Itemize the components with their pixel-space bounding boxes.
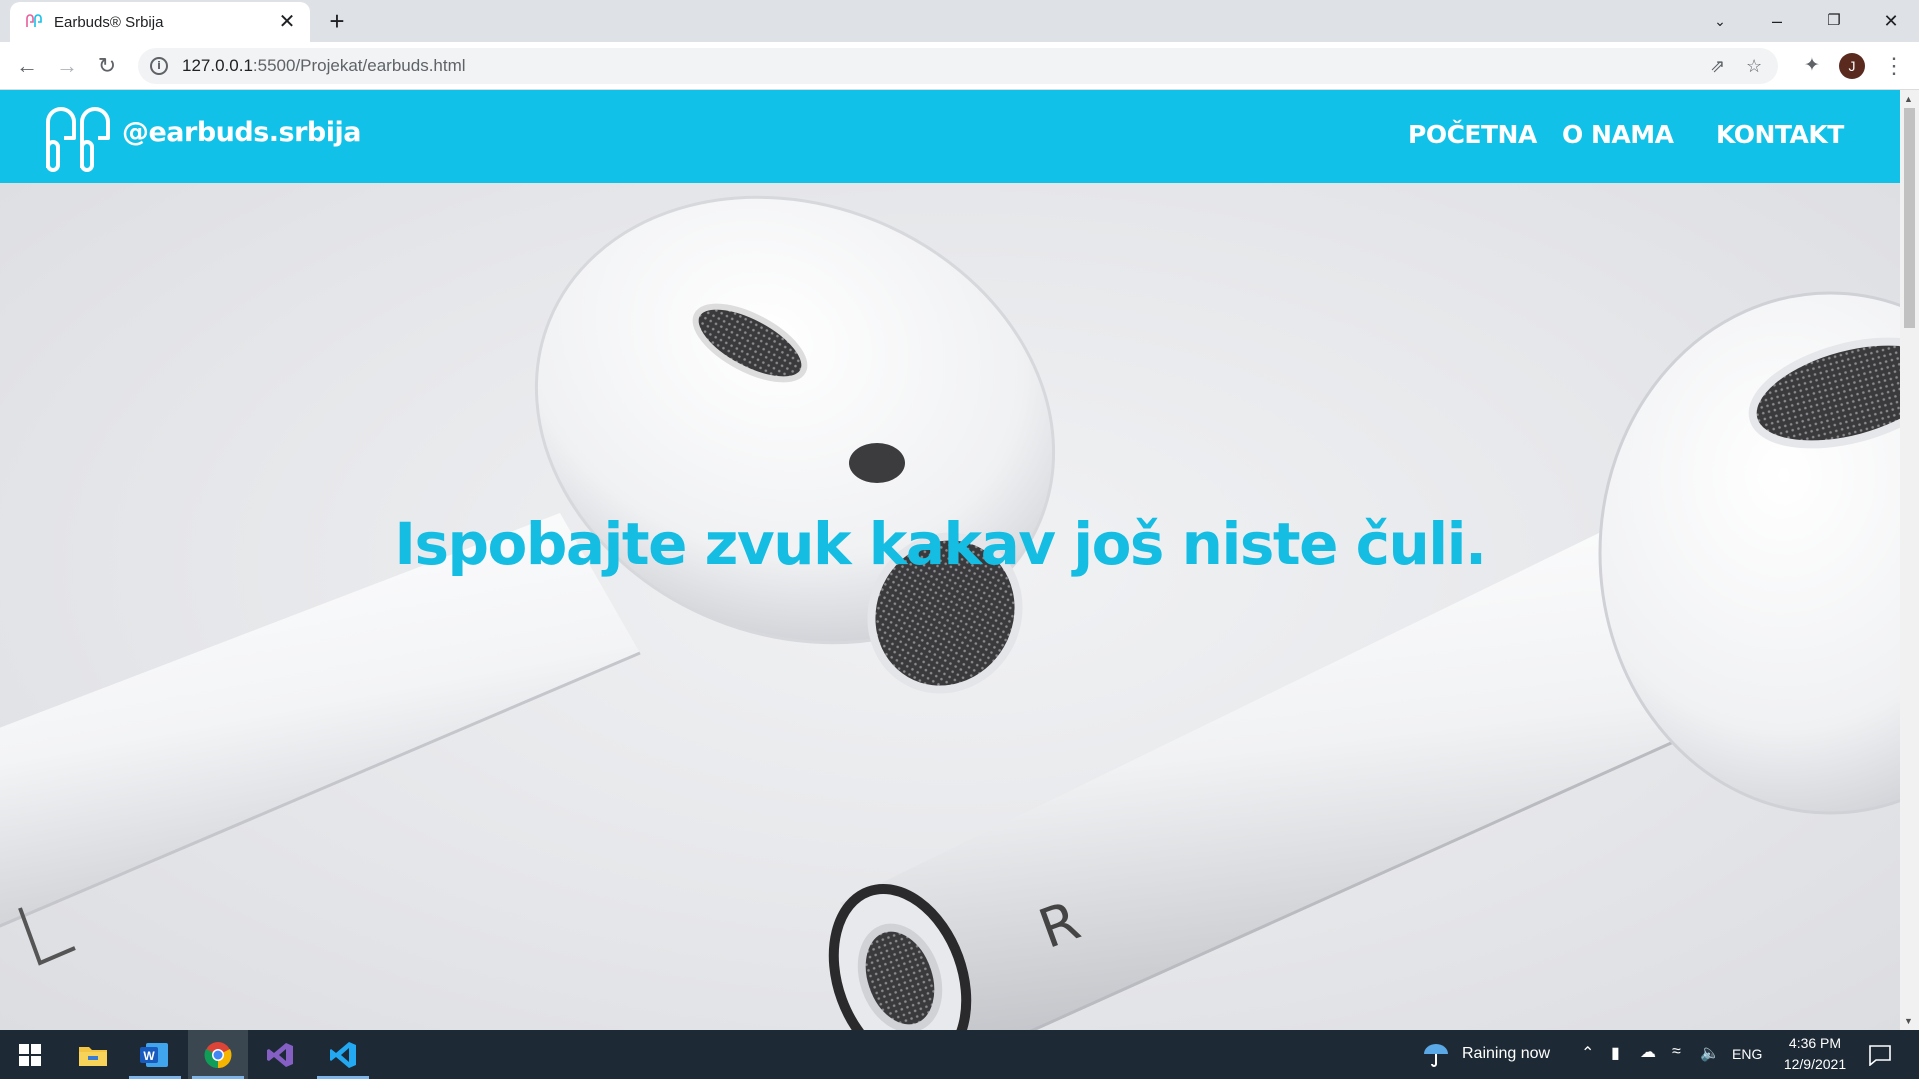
earbuds-logo-icon[interactable] <box>42 102 118 174</box>
visual-studio-icon[interactable] <box>250 1030 310 1079</box>
umbrella-icon <box>1424 1044 1448 1067</box>
chrome-icon[interactable] <box>188 1030 248 1079</box>
minimize-icon[interactable]: – <box>1757 4 1797 38</box>
forward-arrow-icon[interactable]: → <box>52 51 82 81</box>
back-arrow-icon[interactable]: ← <box>12 51 42 81</box>
tab-close-icon[interactable]: ✕ <box>276 11 298 33</box>
browser-tabstrip: Earbuds® Srbija ✕ + ⌄ – ❐ ✕ <box>0 0 1919 42</box>
logo-text[interactable]: @earbuds.srbija <box>122 117 362 148</box>
language-indicator[interactable]: ENG <box>1732 1046 1762 1062</box>
close-window-icon[interactable]: ✕ <box>1871 4 1911 38</box>
clock-time[interactable]: 4:36 PM <box>1770 1035 1860 1051</box>
clock-date[interactable]: 12/9/2021 <box>1770 1056 1860 1072</box>
weather-text[interactable]: Raining now <box>1462 1045 1550 1063</box>
windows-taskbar: W Raining now ⌃ ▮ ☁ ≈ 🔈 ENG 4:36 PM 12/9… <box>0 1030 1919 1079</box>
avatar[interactable]: J <box>1839 53 1865 79</box>
browser-toolbar: ← → ↻ i 127.0.0.1:5500/Projekat/earbuds.… <box>0 42 1919 90</box>
hero-section: R Ispobajte zvuk kakav još niste čuli. <box>0 183 1900 1030</box>
share-icon[interactable]: ⇗ <box>1710 56 1725 77</box>
info-icon[interactable]: i <box>150 57 168 75</box>
scroll-down-icon[interactable]: ▼ <box>1904 1016 1913 1026</box>
page-viewport: @earbuds.srbija POČETNA O NAMA KONTAKT R… <box>0 90 1900 1030</box>
svg-text:W: W <box>143 1049 155 1063</box>
nav-link-o-nama[interactable]: O NAMA <box>1562 120 1674 149</box>
kebab-menu-icon[interactable]: ⋮ <box>1879 51 1909 81</box>
address-bar[interactable]: i 127.0.0.1:5500/Projekat/earbuds.html ⇗… <box>138 48 1778 84</box>
earbuds-favicon-icon <box>26 14 42 27</box>
scroll-thumb[interactable] <box>1904 108 1915 328</box>
onedrive-cloud-icon[interactable]: ☁ <box>1640 1042 1656 1062</box>
page-scrollbar[interactable]: ▲ ▼ <box>1900 90 1919 1030</box>
nav-link-pocetna[interactable]: POČETNA <box>1408 120 1537 149</box>
scroll-up-icon[interactable]: ▲ <box>1904 94 1913 104</box>
restore-icon[interactable]: ❐ <box>1814 4 1854 38</box>
browser-tab[interactable]: Earbuds® Srbija ✕ <box>10 2 310 42</box>
notifications-icon[interactable] <box>1868 1044 1892 1066</box>
site-header: @earbuds.srbija POČETNA O NAMA KONTAKT <box>0 90 1900 183</box>
reload-icon[interactable]: ↻ <box>92 51 122 81</box>
volume-icon[interactable]: 🔈 <box>1700 1043 1720 1063</box>
tab-title: Earbuds® Srbija <box>54 13 164 31</box>
chevron-up-icon[interactable]: ⌃ <box>1581 1043 1594 1063</box>
word-icon[interactable]: W <box>125 1030 185 1079</box>
star-icon[interactable]: ☆ <box>1746 56 1762 77</box>
new-tab-button[interactable]: + <box>322 6 352 36</box>
earbuds-hero-image: R <box>0 195 1900 1030</box>
battery-icon[interactable]: ▮ <box>1611 1043 1620 1063</box>
wifi-icon[interactable]: ≈ <box>1672 1043 1681 1061</box>
puzzle-icon[interactable]: ✦ <box>1797 51 1827 81</box>
url-text[interactable]: 127.0.0.1:5500/Projekat/earbuds.html <box>182 56 466 76</box>
hero-headline: Ispobajte zvuk kakav još niste čuli. <box>394 510 1487 578</box>
tab-search-icon[interactable]: ⌄ <box>1700 4 1740 38</box>
nav-link-kontakt[interactable]: KONTAKT <box>1716 120 1844 149</box>
file-explorer-icon[interactable] <box>63 1030 123 1079</box>
windows-start-icon[interactable] <box>0 1030 60 1079</box>
vscode-icon[interactable] <box>313 1030 373 1079</box>
